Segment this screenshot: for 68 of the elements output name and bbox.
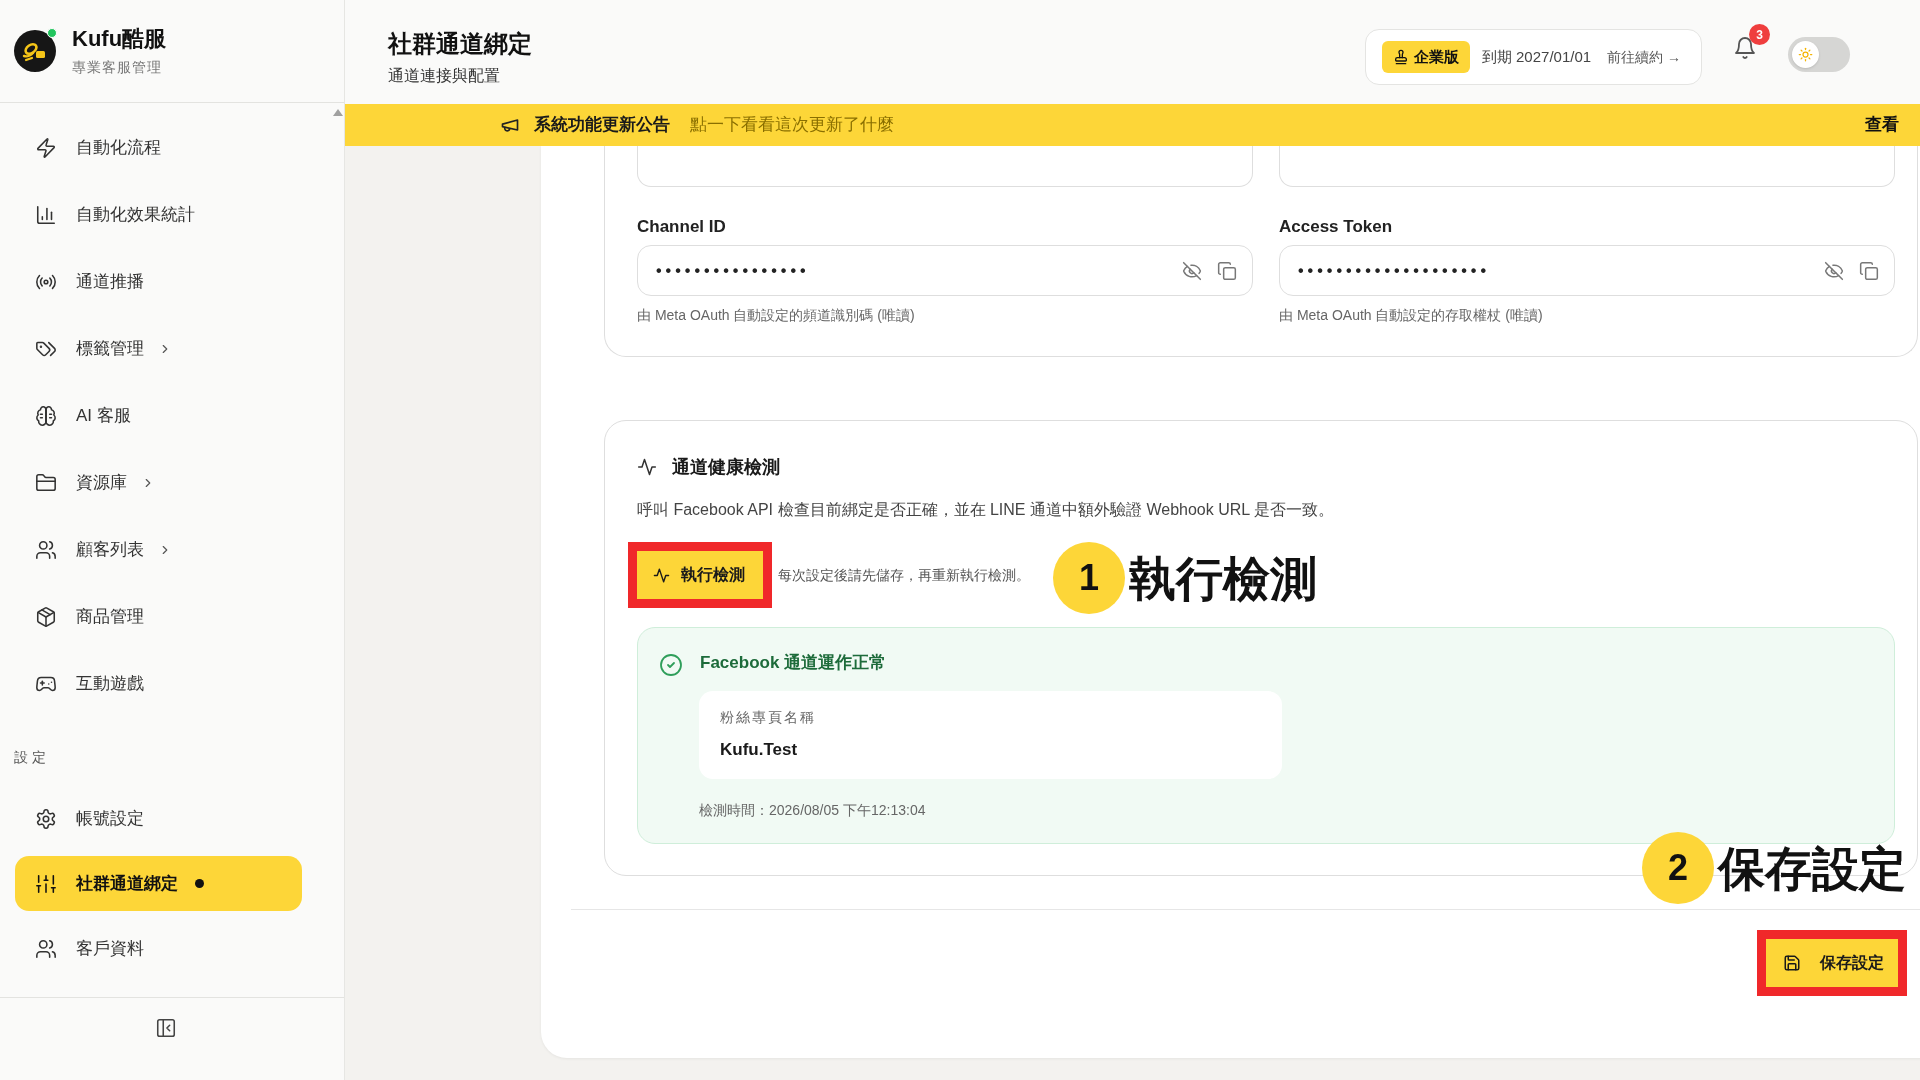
sidebar-item[interactable]: 資源庫 bbox=[15, 455, 302, 510]
folder-icon bbox=[35, 471, 57, 494]
sidebar-item[interactable]: 通道推播 bbox=[15, 254, 302, 309]
sidebar-item[interactable]: 自動化效果統計 bbox=[15, 187, 302, 242]
detail-value: Kufu.Test bbox=[720, 739, 799, 761]
field-helper-text: 由 Meta OAuth 自動設定的存取權杖 (唯讀) bbox=[1279, 306, 1544, 324]
sidebar-item[interactable]: 自動化流程 bbox=[15, 120, 302, 175]
plan-name: 企業版 bbox=[1413, 46, 1459, 67]
pulse-icon bbox=[653, 566, 670, 584]
callout-label: 保存設定 bbox=[1718, 844, 1906, 892]
detail-label: 粉絲專頁名稱 bbox=[720, 708, 817, 726]
section-description: 呼叫 Facebook API 檢查目前綁定是否正確，並在 LINE 通道中額外驗證 Webhook URL 是否一致。 bbox=[637, 500, 1336, 520]
bar-chart-icon bbox=[35, 203, 57, 226]
expiry-date: 到期 2027/01/01 bbox=[1481, 46, 1592, 67]
users-icon bbox=[35, 937, 57, 960]
save-icon bbox=[1783, 954, 1801, 972]
announcement-title: 系統功能更新公告 bbox=[534, 114, 670, 137]
brain-icon bbox=[35, 404, 57, 427]
check-circle-icon bbox=[659, 653, 683, 677]
pulse-icon bbox=[637, 457, 657, 477]
callout-label: 執行檢測 bbox=[1129, 554, 1317, 602]
panel-collapse-icon[interactable] bbox=[155, 1016, 177, 1039]
scroll-up-arrow-icon[interactable] bbox=[333, 109, 343, 116]
sidebar-item[interactable]: 客戶資料 bbox=[15, 921, 302, 976]
settings-icon bbox=[35, 807, 57, 830]
field-helper-text: 由 Meta OAuth 自動設定的頻道識別碼 (唯讀) bbox=[637, 306, 916, 324]
run-check-button[interactable]: 執行檢測 bbox=[637, 551, 763, 599]
sidebar-item[interactable]: 帳號設定 bbox=[15, 791, 302, 846]
result-title: Facebook 通道運作正常 bbox=[700, 652, 887, 674]
users-icon bbox=[35, 538, 57, 561]
page-subtitle: 通道連接與配置 bbox=[388, 66, 501, 86]
masked-input-field[interactable]: •••••••••••••••• bbox=[637, 245, 1253, 296]
stamp-icon bbox=[1392, 49, 1409, 65]
lightning-icon bbox=[35, 136, 57, 159]
sidebar-item[interactable]: 商品管理 bbox=[15, 589, 302, 644]
save-button[interactable]: 保存設定 bbox=[1766, 939, 1898, 987]
view-link[interactable]: 查看 bbox=[1865, 112, 1899, 138]
field-label: Channel ID bbox=[637, 216, 727, 238]
field-label: Access Token bbox=[1279, 216, 1394, 238]
masked-input-field[interactable]: •••••••••••••••••••• bbox=[1279, 245, 1895, 296]
logo-icon bbox=[14, 30, 56, 72]
brand-tagline: 專業客服管理 bbox=[72, 58, 163, 77]
sun-icon bbox=[1798, 46, 1813, 62]
eye-off-icon[interactable] bbox=[1182, 260, 1202, 281]
sidebar-item[interactable]: 標籤管理 bbox=[15, 321, 302, 376]
sidebar-item[interactable]: 顧客列表 bbox=[15, 522, 302, 577]
sidebar-item[interactable]: 互動遊戲 bbox=[15, 656, 302, 711]
copy-icon[interactable] bbox=[1859, 260, 1879, 281]
check-timestamp: 檢測時間：2026/08/05 下午12:13:04 bbox=[699, 801, 927, 819]
section-label: 設定 bbox=[13, 748, 51, 767]
sidebar-item[interactable]: AI 客服 bbox=[15, 388, 302, 443]
text-field[interactable] bbox=[637, 146, 1253, 187]
section-title: 通道健康檢測 bbox=[672, 455, 780, 479]
renew-link[interactable]: 前往續約 → bbox=[1607, 46, 1681, 68]
bell-icon[interactable] bbox=[1733, 36, 1757, 60]
announcement-banner[interactable]: 系統功能更新公告 點一下看看這次更新了什麼 查看 bbox=[345, 104, 1920, 146]
brand-name: Kufu酷服 bbox=[72, 25, 167, 53]
box-icon bbox=[35, 605, 57, 628]
eye-off-icon[interactable] bbox=[1824, 260, 1844, 281]
copy-icon[interactable] bbox=[1217, 260, 1237, 281]
text-field[interactable] bbox=[1279, 146, 1895, 187]
sidebar-item[interactable]: 社群通道綁定 bbox=[15, 856, 302, 911]
page-title: 社群通道綁定 bbox=[388, 29, 532, 59]
theme-toggle[interactable] bbox=[1788, 36, 1850, 72]
sliders-icon bbox=[35, 872, 57, 895]
hint-text: 每次設定後請先儲存，再重新執行檢測。 bbox=[778, 565, 1030, 585]
notification-badge: 3 bbox=[1749, 24, 1770, 45]
announcement-message: 點一下看看這次更新了什麼 bbox=[690, 114, 894, 137]
